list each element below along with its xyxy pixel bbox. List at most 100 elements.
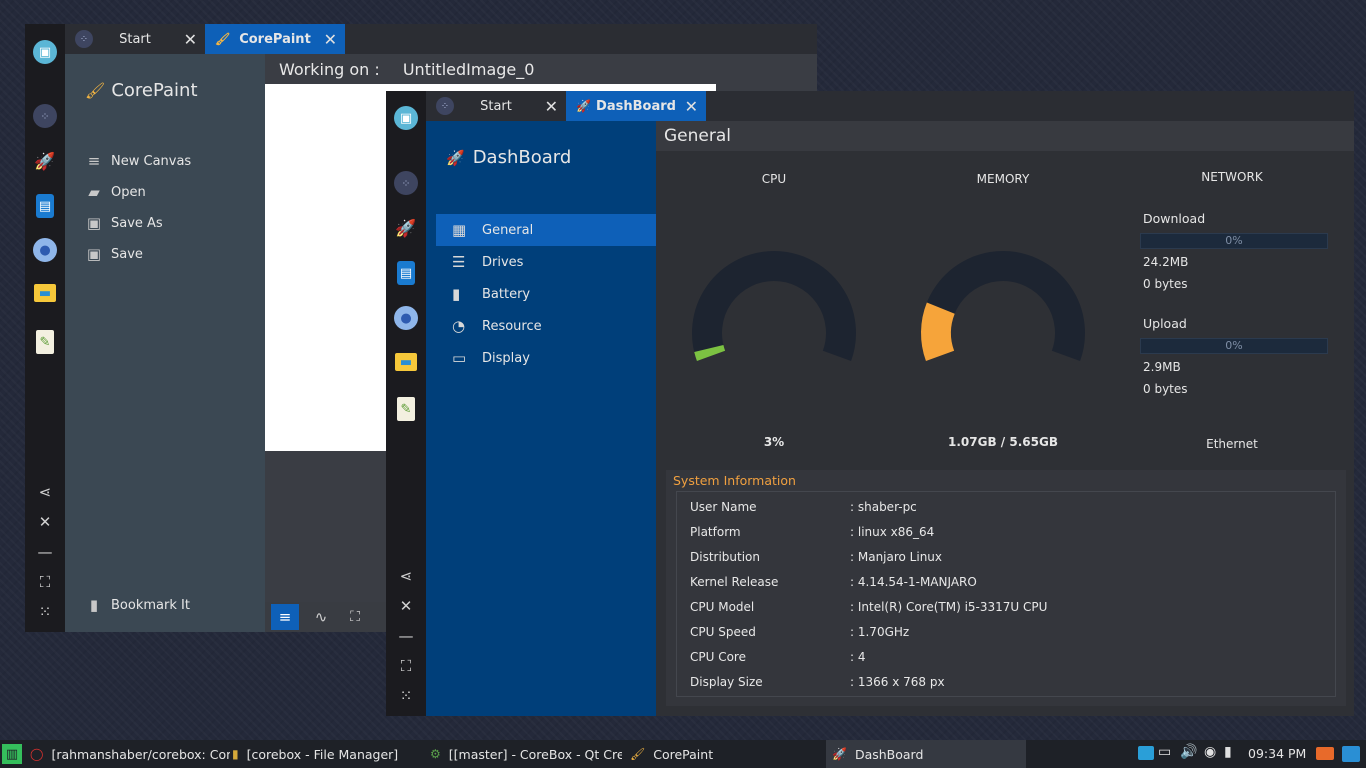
download-rate: 0 bytes (1143, 277, 1188, 291)
notepad-icon[interactable]: ✎ (397, 397, 415, 421)
memory-value: 1.07GB / 5.65GB (948, 435, 1058, 449)
close-tab-icon[interactable]: ✕ (324, 30, 337, 49)
rocket-icon[interactable]: 🚀 (394, 217, 418, 241)
minimize-icon[interactable]: — (396, 626, 416, 646)
info-key: CPU Model (690, 600, 755, 614)
close-tab-icon[interactable]: ✕ (685, 97, 698, 116)
taskbar-item-file-manager[interactable]: ▮ [corebox - File Manager] (232, 740, 424, 768)
volume-icon[interactable]: 🔊 (1180, 744, 1197, 760)
map-pin-icon[interactable]: ● (394, 306, 418, 330)
taskbar-item-label: [rahmanshaber/corebox: Com... (51, 746, 230, 762)
map-pin-icon[interactable]: ● (33, 238, 57, 262)
app-title-text: CorePaint (111, 80, 198, 101)
save-icon: ▣ (86, 245, 102, 263)
battery-icon: ▮ (452, 285, 461, 303)
cpu-value: 3% (763, 435, 785, 449)
tab-start[interactable]: ⁘ Start ✕ (426, 91, 566, 121)
bookmark-button[interactable]: ▮ Bookmark It (83, 596, 190, 614)
dashboard-tabbar: ⁘ Start ✕ 🚀 DashBoard ✕ (426, 91, 1354, 121)
show-desktop-icon[interactable] (1342, 746, 1360, 762)
taskbar-item-qt-creator[interactable]: ⚙ [[master] - CoreBox - Qt Cre... (430, 740, 622, 768)
info-value: : Manjaro Linux (850, 550, 943, 564)
save-button[interactable]: ▣ Save (83, 245, 143, 263)
fullscreen-icon[interactable]: ⛶ (343, 606, 367, 628)
share-icon[interactable]: ⋖ (396, 566, 416, 586)
share-icon[interactable]: ⋖ (35, 482, 55, 502)
start-dots-icon[interactable]: ⁘ (394, 171, 418, 195)
power-icon[interactable]: ▮ (1224, 744, 1232, 760)
tab-corepaint[interactable]: 🖌 CorePaint ✕ (205, 24, 345, 54)
tab-dashboard[interactable]: 🚀 DashBoard ✕ (566, 91, 706, 121)
folder-yellow-icon[interactable]: ▬ (34, 284, 56, 302)
info-key: User Name (690, 500, 757, 514)
upload-label: Upload (1143, 316, 1187, 331)
taskbar-item-dashboard[interactable]: 🚀 DashBoard (826, 740, 1026, 768)
rocket-icon[interactable]: 🚀 (33, 150, 57, 174)
book-icon[interactable]: ▤ (36, 194, 54, 218)
draw-tool-icon[interactable]: ∿ (309, 606, 333, 628)
info-row-display-size: Display Size: 1366 x 768 px (690, 675, 1330, 697)
taskbar-item-browser[interactable]: ◯ [rahmanshaber/corebox: Com... (30, 740, 230, 768)
paint-brush-icon: 🖌 (85, 81, 106, 100)
taskbar-item-label: [[master] - CoreBox - Qt Cre... (448, 746, 622, 762)
nav-drives[interactable]: ☰ Drives (436, 246, 656, 278)
memory-gauge-fill (921, 302, 955, 362)
dashboard-content: General CPU 3% MEMORY 1.07GB / 5.65GB NE… (656, 121, 1354, 716)
info-value: : 1.70GHz (850, 625, 910, 639)
corepaint-sidebar: 🖌 CorePaint ≡ New Canvas ▰ Open ▣ Save A… (65, 54, 265, 632)
close-icon[interactable]: ✕ (396, 596, 416, 616)
cube-icon[interactable]: ▣ (33, 40, 57, 64)
new-canvas-button[interactable]: ≡ New Canvas (83, 152, 192, 170)
info-key: Display Size (690, 675, 763, 689)
qt-creator-icon: ⚙ (430, 747, 441, 761)
network-interface: Ethernet (1206, 437, 1258, 451)
notepad-icon[interactable]: ✎ (36, 330, 54, 354)
chat-icon[interactable] (1138, 746, 1154, 760)
cube-icon[interactable]: ▣ (394, 106, 418, 130)
info-key: Distribution (690, 550, 761, 564)
menu-toggle-icon[interactable]: ≡ (271, 604, 299, 630)
nav-resource[interactable]: ◔ Resource (436, 310, 656, 342)
dashboard-window: ▣ ⁘ 🚀 ▤ ● ▬ ✎ ⋖ ✕ — ⛶ ⁙ ⁘ Start ✕ 🚀 Dash… (386, 91, 1354, 716)
download-total: 24.2MB (1143, 255, 1189, 269)
info-key: Kernel Release (690, 575, 779, 589)
close-tab-icon[interactable]: ✕ (545, 97, 558, 116)
minimize-icon[interactable]: — (35, 542, 55, 562)
close-icon[interactable]: ✕ (35, 512, 55, 532)
book-icon[interactable]: ▤ (397, 261, 415, 285)
rocket-icon: 🚀 (446, 148, 465, 167)
clock[interactable]: 09:34 PM (1248, 746, 1306, 761)
working-on-label: Working on : (279, 60, 380, 79)
upload-progress-bar: 0% (1140, 338, 1328, 354)
info-key: Platform (690, 525, 741, 539)
opera-icon: ◯ (30, 747, 44, 761)
info-value: : Intel(R) Core(TM) i5-3317U CPU (850, 600, 1048, 614)
working-on-bar: Working on : UntitledImage_0 (279, 60, 534, 79)
apps-grid-icon[interactable]: ⁙ (35, 602, 55, 622)
apps-grid-icon[interactable]: ⁙ (396, 686, 416, 706)
menu-label: New Canvas (111, 153, 192, 169)
info-row-user-name: User Name: shaber-pc (690, 500, 1330, 522)
bluetooth-icon[interactable]: ◉ (1204, 744, 1216, 760)
taskbar-item-label: CorePaint (653, 746, 714, 762)
nav-general[interactable]: ▦ General (436, 214, 656, 246)
start-dots-icon[interactable]: ⁘ (33, 104, 57, 128)
manjaro-menu-icon[interactable]: ▥ (2, 744, 22, 764)
nav-battery[interactable]: ▮ Battery (436, 278, 656, 310)
taskbar-item-corepaint[interactable]: 🖌 CorePaint (630, 740, 822, 768)
nav-display[interactable]: ▭ Display (436, 342, 656, 374)
section-header: General (656, 121, 1354, 151)
folder-yellow-icon[interactable]: ▬ (395, 353, 417, 371)
grid-icon: ▦ (452, 221, 467, 239)
maximize-icon[interactable]: ⛶ (396, 656, 416, 676)
tab-start[interactable]: ⁘ Start ✕ (65, 24, 205, 54)
system-info-title: System Information (673, 473, 796, 488)
open-button[interactable]: ▰ Open (83, 183, 146, 201)
corepaint-tabbar: ⁘ Start ✕ 🖌 CorePaint ✕ (65, 24, 817, 54)
network-icon[interactable]: ▭ (1158, 744, 1171, 760)
close-tab-icon[interactable]: ✕ (184, 30, 197, 49)
save-as-button[interactable]: ▣ Save As (83, 214, 163, 232)
maximize-icon[interactable]: ⛶ (35, 572, 55, 592)
cpu-gauge (692, 251, 856, 362)
screen-icon[interactable] (1316, 747, 1334, 760)
